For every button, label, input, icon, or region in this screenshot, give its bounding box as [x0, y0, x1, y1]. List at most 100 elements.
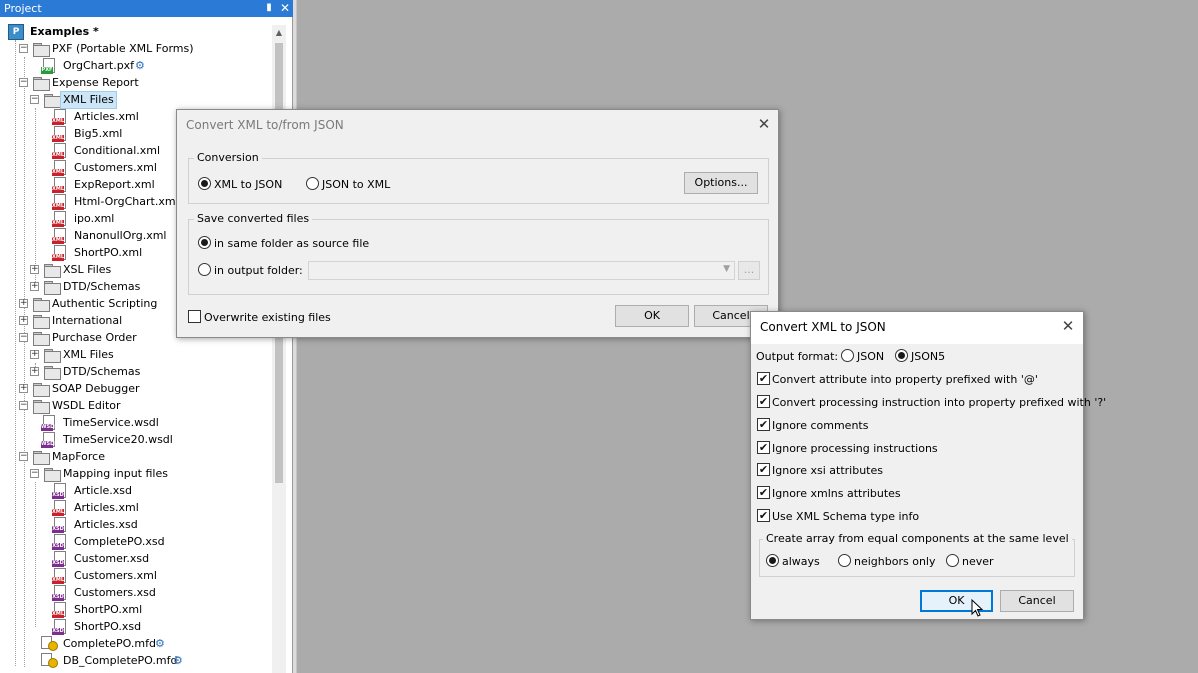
- collapse-icon[interactable]: −: [19, 401, 28, 410]
- tree-folder-international[interactable]: + International: [19, 313, 179, 329]
- tree-folder-mapforce[interactable]: − MapForce: [19, 449, 179, 465]
- tree-file[interactable]: XML Html-OrgChart.xml: [52, 194, 192, 210]
- close-icon[interactable]: ✕: [278, 1, 292, 15]
- folder-icon: [33, 400, 50, 414]
- browse-button[interactable]: ...: [738, 261, 760, 280]
- radio-array-neighbors[interactable]: [838, 554, 851, 567]
- expand-icon[interactable]: +: [30, 350, 39, 359]
- project-icon: P: [8, 24, 24, 40]
- expand-icon[interactable]: +: [19, 384, 28, 393]
- tree-folder-mapping-input-files[interactable]: − Mapping input files: [30, 466, 180, 482]
- collapse-icon[interactable]: −: [30, 95, 39, 104]
- tree-file[interactable]: XML ipo.xml: [52, 211, 182, 227]
- group-label: Save converted files: [194, 212, 313, 225]
- collapse-icon[interactable]: −: [30, 469, 39, 478]
- check-attr-prefix[interactable]: ✔: [757, 372, 770, 385]
- check-ignore-pi[interactable]: ✔: [757, 441, 770, 454]
- tree-folder-soap-debugger[interactable]: + SOAP Debugger: [19, 381, 179, 397]
- radio-array-always[interactable]: [766, 554, 779, 567]
- radio-json-to-xml-label: JSON to XML: [322, 178, 391, 191]
- radio-same-folder[interactable]: [198, 236, 211, 249]
- tree-folder-xsl-files[interactable]: + XSL Files: [30, 262, 150, 278]
- options-button[interactable]: Options...: [684, 172, 758, 194]
- folder-icon: [33, 451, 50, 465]
- collapse-icon[interactable]: −: [19, 44, 28, 53]
- xml-file-icon: XML: [52, 245, 67, 261]
- output-folder-combo[interactable]: ▼: [308, 261, 735, 280]
- tree-folder-xml-files[interactable]: − XML Files: [30, 91, 150, 109]
- check-pi-prefix-label: Convert processing instruction into prop…: [772, 396, 1107, 409]
- tree-file[interactable]: XML Big5.xml: [52, 126, 182, 142]
- dialog-title: Convert XML to JSON: [760, 320, 886, 334]
- tree-file[interactable]: XML Articles.xml: [52, 500, 182, 516]
- radio-format-json5-label: JSON5: [911, 350, 946, 363]
- tree-file[interactable]: XSD Article.xsd: [52, 483, 182, 499]
- xsd-file-icon: XSD: [52, 534, 67, 550]
- tree-folder-wsdl-editor[interactable]: − WSDL Editor: [19, 398, 179, 414]
- tree-file[interactable]: XSD Articles.xsd: [52, 517, 182, 533]
- radio-format-json[interactable]: [841, 349, 854, 362]
- tree-folder-purchase-order[interactable]: − Purchase Order: [19, 330, 179, 346]
- collapse-icon[interactable]: −: [19, 452, 28, 461]
- expand-icon[interactable]: +: [19, 316, 28, 325]
- tree-file[interactable]: XML Articles.xml: [52, 109, 182, 125]
- radio-array-never[interactable]: [946, 554, 959, 567]
- expand-icon[interactable]: +: [19, 299, 28, 308]
- tree-root[interactable]: P Examples *: [8, 24, 168, 40]
- settings-icon: ⚙: [135, 59, 145, 72]
- tree-file[interactable]: XML NanonullOrg.xml: [52, 228, 182, 244]
- ok-button[interactable]: OK: [615, 305, 689, 327]
- tree-file[interactable]: XSD ShortPO.xsd: [52, 619, 182, 635]
- xml-file-icon: XML: [52, 109, 67, 125]
- tree-file[interactable]: XML Customers.xml: [52, 568, 182, 584]
- check-pi-prefix[interactable]: ✔: [757, 395, 770, 408]
- overwrite-checkbox[interactable]: [188, 310, 201, 323]
- expand-icon[interactable]: +: [30, 367, 39, 376]
- radio-output-folder[interactable]: [198, 263, 211, 276]
- overwrite-label: Overwrite existing files: [204, 311, 331, 324]
- tree-file[interactable]: XML ShortPO.xml: [52, 602, 182, 618]
- check-ignore-comments-label: Ignore comments: [772, 419, 869, 432]
- check-ignore-xmlns-label: Ignore xmlns attributes: [772, 487, 901, 500]
- tree-file[interactable]: XSD CompletePO.xsd: [52, 534, 182, 550]
- tree-file[interactable]: XML Conditional.xml: [52, 143, 182, 159]
- tree-file[interactable]: XSD Customers.xsd: [52, 585, 182, 601]
- tree-folder-xml-files[interactable]: + XML Files: [30, 347, 150, 363]
- scroll-up-icon[interactable]: ▲: [272, 27, 286, 39]
- check-attr-prefix-label: Convert attribute into property prefixed…: [772, 373, 1038, 386]
- folder-icon: [33, 298, 50, 312]
- tree-file[interactable]: XML Customers.xml: [52, 160, 182, 176]
- tree-folder-authentic-scripting[interactable]: + Authentic Scripting: [19, 296, 179, 312]
- radio-same-folder-label: in same folder as source file: [214, 237, 370, 250]
- folder-icon: [33, 332, 50, 346]
- settings-icon: ⚙: [155, 637, 165, 650]
- expand-icon[interactable]: +: [30, 282, 39, 291]
- radio-format-json5[interactable]: [895, 349, 908, 362]
- tree-folder-pxf[interactable]: − PXF (Portable XML Forms): [19, 41, 219, 57]
- close-icon[interactable]: ✕: [1060, 318, 1076, 334]
- tree-file[interactable]: PXF OrgChart.pxf ⚙: [41, 58, 171, 74]
- radio-xml-to-json-label: XML to JSON: [214, 178, 283, 191]
- tree-file[interactable]: WSDL TimeService20.wsdl: [41, 432, 181, 448]
- radio-xml-to-json[interactable]: [198, 177, 211, 190]
- tree-file[interactable]: CompletePO.mfd ⚙: [41, 636, 181, 652]
- tree-folder-dtd-schemas[interactable]: + DTD/Schemas: [30, 364, 150, 380]
- cancel-button[interactable]: Cancel: [1000, 590, 1074, 612]
- collapse-icon[interactable]: −: [19, 78, 28, 87]
- collapse-icon[interactable]: −: [19, 333, 28, 342]
- expand-icon[interactable]: +: [30, 265, 39, 274]
- tree-file[interactable]: DB_CompletePO.mfd ⚙: [41, 653, 201, 669]
- check-ignore-comments[interactable]: ✔: [757, 418, 770, 431]
- tree-file[interactable]: XSD Customer.xsd: [52, 551, 182, 567]
- radio-json-to-xml[interactable]: [306, 177, 319, 190]
- tree-file[interactable]: WSDL TimeService.wsdl: [41, 415, 181, 431]
- tree-file[interactable]: XML ShortPO.xml: [52, 245, 182, 261]
- tree-folder-expense-report[interactable]: − Expense Report: [19, 75, 179, 91]
- tree-folder-dtd-schemas[interactable]: + DTD/Schemas: [30, 279, 150, 295]
- check-ignore-xmlns[interactable]: ✔: [757, 486, 770, 499]
- check-ignore-xsi[interactable]: ✔: [757, 463, 770, 476]
- xml-file-icon: XML: [52, 228, 67, 244]
- tree-file[interactable]: XML ExpReport.xml: [52, 177, 182, 193]
- check-schema-type-info[interactable]: ✔: [757, 509, 770, 522]
- close-icon[interactable]: ✕: [756, 116, 772, 132]
